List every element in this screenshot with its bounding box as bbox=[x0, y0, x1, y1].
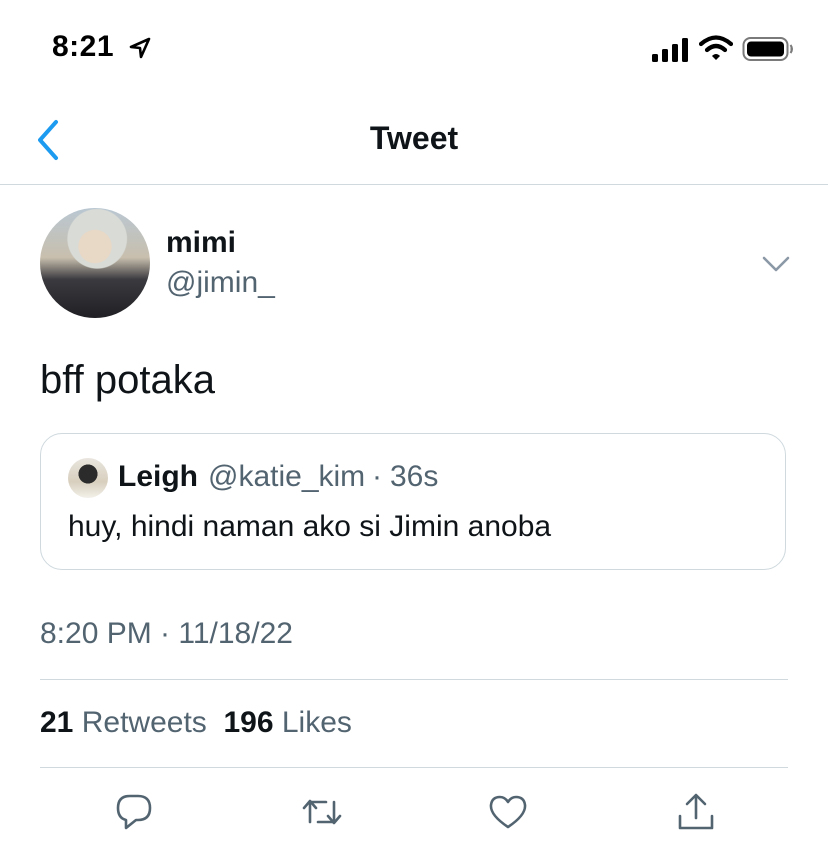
share-button[interactable] bbox=[674, 790, 718, 834]
reply-icon bbox=[112, 790, 156, 834]
like-button[interactable] bbox=[486, 790, 530, 834]
retweets-label: Retweets bbox=[81, 706, 207, 739]
nav-divider bbox=[0, 184, 828, 185]
likes-count: 196 bbox=[223, 706, 274, 739]
battery-icon bbox=[742, 36, 794, 62]
tweet-timestamp: 8:20 PM · 11/18/22 bbox=[40, 617, 293, 650]
author-avatar[interactable] bbox=[40, 208, 150, 318]
like-icon bbox=[486, 790, 530, 834]
page-title: Tweet bbox=[369, 120, 459, 156]
author-handle[interactable]: @jimin_ bbox=[166, 266, 275, 300]
divider bbox=[40, 679, 788, 680]
quote-author-handle: @katie_kim bbox=[208, 460, 366, 493]
divider bbox=[40, 767, 788, 768]
retweets-count: 21 bbox=[40, 706, 74, 739]
chevron-down-icon bbox=[760, 248, 792, 280]
likes-label: Likes bbox=[281, 706, 352, 739]
wifi-icon bbox=[699, 35, 733, 61]
more-options-button[interactable] bbox=[760, 248, 792, 280]
author-name[interactable]: mimi bbox=[166, 226, 236, 260]
likes-link[interactable]: 196 Likes bbox=[223, 706, 351, 739]
retweets-link[interactable]: 21 Retweets bbox=[40, 706, 207, 739]
retweet-button[interactable] bbox=[300, 790, 344, 834]
quote-tweet-card[interactable] bbox=[40, 433, 786, 570]
quote-text: huy, hindi naman ako si Jimin anoba bbox=[68, 510, 552, 543]
reply-button[interactable] bbox=[112, 790, 156, 834]
quote-separator: · bbox=[372, 460, 382, 493]
signal-icon bbox=[652, 38, 690, 62]
location-arrow-icon bbox=[128, 36, 152, 60]
tweet-text: bff potaka bbox=[40, 358, 215, 402]
retweet-icon bbox=[300, 790, 344, 834]
quote-avatar bbox=[68, 458, 108, 498]
tweet-stats: 21 Retweets 196 Likes bbox=[40, 706, 352, 740]
quote-time: 36s bbox=[390, 460, 439, 493]
status-time: 8:21 bbox=[52, 30, 115, 63]
share-icon bbox=[674, 790, 718, 834]
quote-author-name: Leigh bbox=[118, 460, 198, 493]
